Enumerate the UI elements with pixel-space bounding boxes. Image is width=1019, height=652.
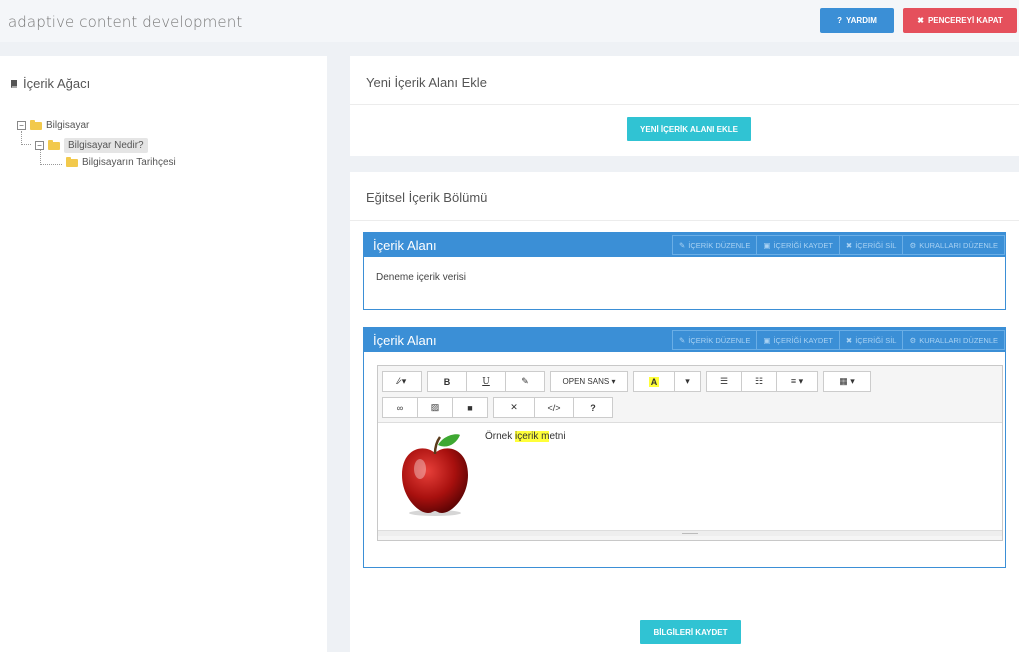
educational-content-panel: Eğitsel İçerik Bölümü İçerik Alanı ✎ İÇER… [350,172,1019,652]
app-title: adaptive content development [8,13,243,31]
underline-icon: U [482,376,490,387]
style-dropdown-button[interactable]: ⁄̷ ▾ [382,371,422,392]
tree-node-bilgisayar[interactable]: − Bilgisayar [17,119,89,131]
content-area-header: İçerik Alanı ✎ İÇERİK DÜZENLE ▣ İÇERİĞİ KA… [364,233,1005,257]
content-area-1: İçerik Alanı ✎ İÇERİK DÜZENLE ▣ İÇERİĞİ KA… [363,232,1006,310]
editor-toolbar-row-2: ∞ ▨ ■ ✕ </> ? [382,397,613,418]
divider [350,220,1019,221]
magic-wand-icon: ⁄̷ ▾ [397,376,407,386]
unordered-list-button[interactable]: ☰ [706,371,742,392]
help-button[interactable]: ? YARDIM [820,8,894,33]
edit-rules-button[interactable]: ⚙ KURALLARI DÜZENLE [903,330,1005,350]
tree-heading: İçerik Ağacı [10,76,90,91]
editor-text: Örnek içerik metni [485,431,566,442]
content-area-header: İçerik Alanı ✎ İÇERİK DÜZENLE ▣ İÇERİĞİ KA… [364,328,1005,352]
floppy-icon: ▣ [763,335,771,345]
top-header: adaptive content development ? YARDIM ✖ … [0,0,1019,42]
bold-icon: B [443,376,451,387]
underline-button[interactable]: U [466,371,506,392]
content-area-text: Deneme içerik verisi [376,272,467,283]
tree-node-bilgisayarin-tarihcesi[interactable]: Bilgisayarın Tarihçesi [66,156,176,168]
font-family-select[interactable]: OPEN SANS ▾ [550,371,628,392]
floppy-icon: ▣ [763,240,771,250]
add-content-title: Yeni İçerik Alanı Ekle [366,75,487,90]
paragraph-align-button[interactable]: ≡ ▾ [776,371,818,392]
save-info-button[interactable]: BİLGİLERİ KAYDET [640,620,741,644]
table-icon: ▦ ▾ [839,376,855,386]
add-content-area-button[interactable]: YENİ İÇERİK ALANI EKLE [627,117,751,141]
highlight-a-icon: A [648,376,660,387]
content-tree-panel: İçerik Ağacı − Bilgisayar − Bilgisayar N… [0,56,327,652]
question-icon: ? [590,402,596,413]
edit-content-button[interactable]: ✎ İÇERİK DÜZENLE [671,330,758,350]
help-editor-button[interactable]: ? [573,397,613,418]
video-icon: ■ [467,402,473,413]
delete-content-button[interactable]: ✖ İÇERİĞİ SİL [839,330,904,350]
gears-icon: ⚙ [909,335,917,345]
content-area-actions: ✎ İÇERİK DÜZENLE ▣ İÇERİĞİ KAYDET ✖ İÇERİĞİ… [671,235,1005,255]
pencil-icon: ✎ [678,335,686,345]
image-button[interactable]: ▨ [417,397,453,418]
list-ol-icon: ☷ [754,376,764,386]
collapse-toggle[interactable]: − [17,121,26,130]
close-icon: ✖ [845,335,853,345]
table-button[interactable]: ▦ ▾ [823,371,871,392]
fullscreen-icon: ✕ [510,402,518,412]
rich-text-editor: ⁄̷ ▾ B U ✎ OPEN SANS ▾ A ▾ ☰ ☷ ≡ ▾ ▦ ▾ ∞… [377,365,1003,541]
highlighted-text: içerik m [515,431,550,442]
gears-icon: ⚙ [909,240,917,250]
text-color-button[interactable]: A [633,371,675,392]
pencil-icon: ✎ [678,240,686,250]
editor-resize-handle[interactable] [378,530,1002,536]
bold-button[interactable]: B [427,371,467,392]
book-icon [11,79,18,88]
save-content-button[interactable]: ▣ İÇERİĞİ KAYDET [757,330,840,350]
ordered-list-button[interactable]: ☷ [741,371,777,392]
tree-connector [40,164,62,165]
list-ul-icon: ☰ [719,376,729,386]
delete-content-button[interactable]: ✖ İÇERİĞİ SİL [839,235,904,255]
link-icon: ∞ [396,402,404,413]
align-icon: ≡ ▾ [790,376,804,386]
code-icon: </> [547,402,561,413]
divider [350,104,1019,105]
code-view-button[interactable]: </> [534,397,574,418]
tree-connector [21,144,31,145]
clear-format-button[interactable]: ✎ [505,371,545,392]
tree-node-bilgisayar-nedir[interactable]: − Bilgisayar Nedir? [35,138,148,153]
close-icon: ✖ [917,16,924,25]
folder-icon [48,139,60,150]
help-icon: ? [837,16,843,25]
content-area-2: İçerik Alanı ✎ İÇERİK DÜZENLE ▣ İÇERİĞİ KA… [363,327,1006,568]
folder-icon [66,156,78,167]
editor-content-area[interactable]: Örnek içerik metni [378,422,1002,536]
editor-toolbar-row-1: ⁄̷ ▾ B U ✎ OPEN SANS ▾ A ▾ ☰ ☷ ≡ ▾ ▦ ▾ [382,371,871,392]
color-dropdown-button[interactable]: ▾ [674,371,701,392]
tree-connector [21,131,22,145]
caret-down-icon: ▾ [685,376,690,386]
add-content-panel: Yeni İçerik Alanı Ekle YENİ İÇERİK ALANI… [350,56,1019,156]
content-area-actions: ✎ İÇERİK DÜZENLE ▣ İÇERİĞİ KAYDET ✖ İÇERİĞİ… [671,330,1005,350]
eraser-icon: ✎ [521,376,529,386]
folder-icon [30,119,42,130]
educational-content-title: Eğitsel İçerik Bölümü [366,190,488,205]
collapse-toggle[interactable]: − [35,141,44,150]
edit-content-button[interactable]: ✎ İÇERİK DÜZENLE [671,235,758,255]
close-icon: ✖ [845,240,853,250]
close-window-button[interactable]: ✖ PENCEREYİ KAPAT [903,8,1017,33]
apple-image [402,434,468,516]
edit-rules-button[interactable]: ⚙ KURALLARI DÜZENLE [903,235,1005,255]
video-button[interactable]: ■ [452,397,488,418]
fullscreen-button[interactable]: ✕ [493,397,535,418]
image-icon: ▨ [430,402,440,412]
save-content-button[interactable]: ▣ İÇERİĞİ KAYDET [757,235,840,255]
link-button[interactable]: ∞ [382,397,418,418]
